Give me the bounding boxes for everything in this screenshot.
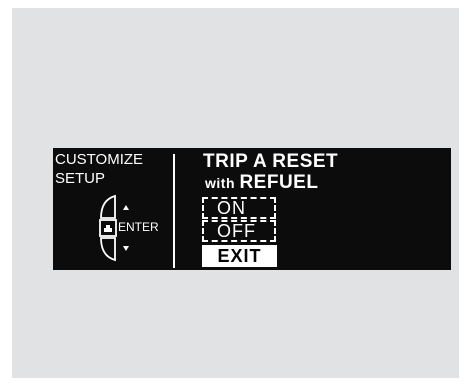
exit-button[interactable]: EXIT bbox=[202, 245, 277, 267]
down-arrow-icon bbox=[123, 246, 129, 251]
option-on[interactable]: ON bbox=[202, 197, 276, 219]
enter-label: ENTER bbox=[118, 220, 159, 234]
selector-control[interactable]: ENTER bbox=[97, 194, 169, 264]
subtitle-prefix: with bbox=[205, 175, 235, 191]
up-arrow-icon bbox=[123, 205, 129, 210]
screen-subtitle: with REFUEL bbox=[205, 172, 318, 194]
menu-line-1: CUSTOMIZE bbox=[55, 151, 144, 168]
info-display: CUSTOMIZE SETUP ENTER TRIP A RESET with … bbox=[53, 148, 451, 270]
illustration-frame: CUSTOMIZE SETUP ENTER TRIP A RESET with … bbox=[12, 8, 459, 378]
lower-wheel-icon bbox=[100, 237, 116, 262]
upper-wheel-icon bbox=[100, 194, 116, 219]
customize-setup-label: CUSTOMIZE SETUP bbox=[55, 150, 143, 188]
menu-line-2: SETUP bbox=[55, 170, 106, 187]
option-off[interactable]: OFF bbox=[202, 220, 276, 242]
screen-title: TRIP A RESET bbox=[203, 151, 339, 172]
subtitle-main: REFUEL bbox=[239, 172, 319, 193]
divider-line bbox=[173, 154, 175, 268]
